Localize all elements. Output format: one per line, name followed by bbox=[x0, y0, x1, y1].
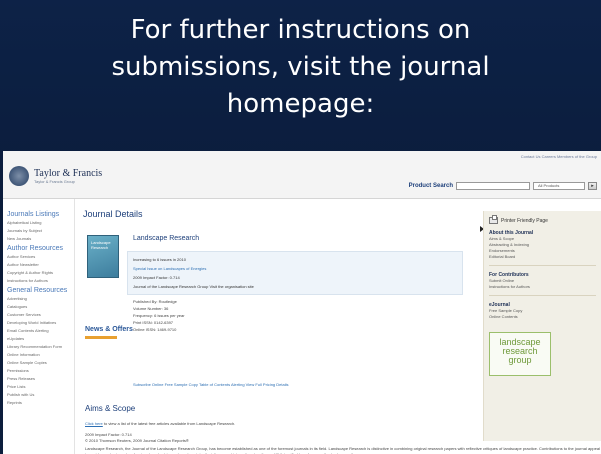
subscription-links[interactable]: Subscribe Online Free Sample Copy Table … bbox=[133, 382, 288, 387]
nav-item[interactable]: Permissions bbox=[7, 367, 74, 375]
info-line: Journal of the Landscape Research Group … bbox=[133, 284, 254, 289]
cover-title: Landscape Research bbox=[91, 240, 111, 250]
pub-detail: Frequency: 6 issues per year bbox=[133, 313, 185, 318]
news-offers-label[interactable]: News & Offers bbox=[85, 326, 133, 333]
page-title: Journal Details bbox=[83, 209, 143, 219]
journal-cover-image[interactable]: Landscape Research bbox=[87, 235, 119, 278]
nav-item[interactable]: Alphabetical Listing bbox=[7, 219, 74, 227]
info-line: Increasing to 6 issues in 2010 bbox=[133, 257, 186, 262]
sidebar-link[interactable]: Editorial Board bbox=[489, 254, 596, 260]
printer-label: Printer Friendly Page bbox=[501, 217, 548, 224]
nav-item[interactable]: Customer Services bbox=[7, 311, 74, 319]
nav-item[interactable]: Publish with Us bbox=[7, 391, 74, 399]
nav-item[interactable]: Copyright & Author Rights bbox=[7, 269, 74, 277]
aims-intro: Click here to view a list of the latest … bbox=[85, 421, 235, 426]
divider bbox=[489, 265, 596, 266]
nav-item[interactable]: Advertising bbox=[7, 295, 74, 303]
nav-item[interactable]: eUpdates bbox=[7, 335, 74, 343]
divider bbox=[489, 295, 596, 296]
journal-info-box: Increasing to 6 issues in 2010 Special I… bbox=[127, 251, 463, 295]
nav-item[interactable]: Author Services bbox=[7, 253, 74, 261]
sidebar-link[interactable]: Instructions for Authors bbox=[489, 284, 596, 290]
aims-scope-title: Aims & Scope bbox=[85, 404, 136, 413]
badge-line: group bbox=[508, 355, 532, 365]
nav-item[interactable]: Online Information bbox=[7, 351, 74, 359]
impact-factor: 2009 Impact Factor: 0.714 bbox=[85, 432, 132, 437]
nav-item[interactable]: Author Newsletter bbox=[7, 261, 74, 269]
publisher-logo[interactable]: Taylor & Francis Taylor & Francis Group bbox=[9, 161, 119, 191]
site-header: Taylor & Francis Taylor & Francis Group … bbox=[3, 151, 601, 199]
search-input[interactable] bbox=[456, 182, 530, 190]
nav-item[interactable]: Reprints bbox=[7, 399, 74, 407]
search-label: Product Search bbox=[408, 183, 453, 189]
nav-item[interactable]: Library Recommendation Form bbox=[7, 343, 74, 351]
printer-icon bbox=[489, 215, 498, 224]
search-go-button[interactable]: ▸ bbox=[588, 182, 597, 190]
product-search: Product Search All Products ▸ bbox=[409, 182, 597, 190]
pub-detail: Published By: Routledge bbox=[133, 299, 177, 304]
journal-details-main: Journal Details Landscape Research News … bbox=[83, 199, 600, 454]
printer-friendly-link[interactable]: Printer Friendly Page bbox=[489, 215, 596, 224]
nav-item[interactable]: Email Contents Alerting bbox=[7, 327, 74, 335]
impact-source: © 2010 Thomson Reuters, 2009 Journal Cit… bbox=[85, 438, 189, 443]
nav-item[interactable]: Press Releases bbox=[7, 375, 74, 383]
landscape-research-group-logo[interactable]: landscape research group bbox=[489, 332, 551, 376]
nav-section-head[interactable]: General Resources bbox=[7, 286, 74, 295]
headline-line: homepage: bbox=[226, 89, 375, 119]
logo-name: Taylor & Francis bbox=[34, 168, 103, 179]
nav-item[interactable]: New Journals bbox=[7, 235, 74, 243]
aims-intro-text: to view a list of the latest free articl… bbox=[102, 421, 236, 426]
nav-item[interactable]: Online Sample Copies bbox=[7, 359, 74, 367]
sidebar-link[interactable]: Online Contents bbox=[489, 314, 596, 320]
nav-section-head[interactable]: Author Resources bbox=[7, 244, 74, 253]
left-navigation: Journals Listings Alphabetical Listing J… bbox=[3, 199, 75, 454]
nav-item[interactable]: Catalogues bbox=[7, 303, 74, 311]
slide-headline: For further instructions on submissions,… bbox=[0, 12, 601, 123]
nav-item[interactable]: Journals by Subject bbox=[7, 227, 74, 235]
logo-subtitle: Taylor & Francis Group bbox=[34, 179, 75, 184]
header-links[interactable]: Contact Us Careers Members of the Group bbox=[521, 154, 597, 159]
aims-paragraph: Landscape Research, the Journal of the L… bbox=[85, 446, 600, 454]
right-sidebar: Printer Friendly Page About this Journal… bbox=[483, 211, 601, 441]
globe-logo-icon bbox=[9, 166, 29, 186]
journal-title: Landscape Research bbox=[133, 235, 200, 242]
pub-detail: Volume Number: 36 bbox=[133, 306, 169, 311]
nav-item[interactable]: Instructions for Authors bbox=[7, 277, 74, 285]
headline-line: For further instructions on bbox=[130, 15, 471, 45]
pub-detail: Print ISSN: 0142-6397 bbox=[133, 320, 174, 325]
info-line: 2009 Impact Factor: 0.714 bbox=[133, 275, 180, 280]
search-scope-select[interactable]: All Products bbox=[533, 182, 585, 190]
pub-detail: Online ISSN: 1469-9710 bbox=[133, 327, 177, 332]
special-issue-link[interactable]: Special Issue on Landscapes of Energies bbox=[133, 264, 457, 273]
click-here-link[interactable]: Click here bbox=[85, 421, 103, 426]
headline-line: submissions, visit the journal bbox=[111, 52, 490, 82]
nav-item[interactable]: Developing World Initiatives bbox=[7, 319, 74, 327]
nav-section-head[interactable]: Journals Listings bbox=[7, 210, 74, 219]
nav-item[interactable]: Price Lists bbox=[7, 383, 74, 391]
news-offers-bar bbox=[85, 336, 117, 339]
journal-homepage-screenshot: Taylor & Francis Taylor & Francis Group … bbox=[3, 151, 601, 454]
